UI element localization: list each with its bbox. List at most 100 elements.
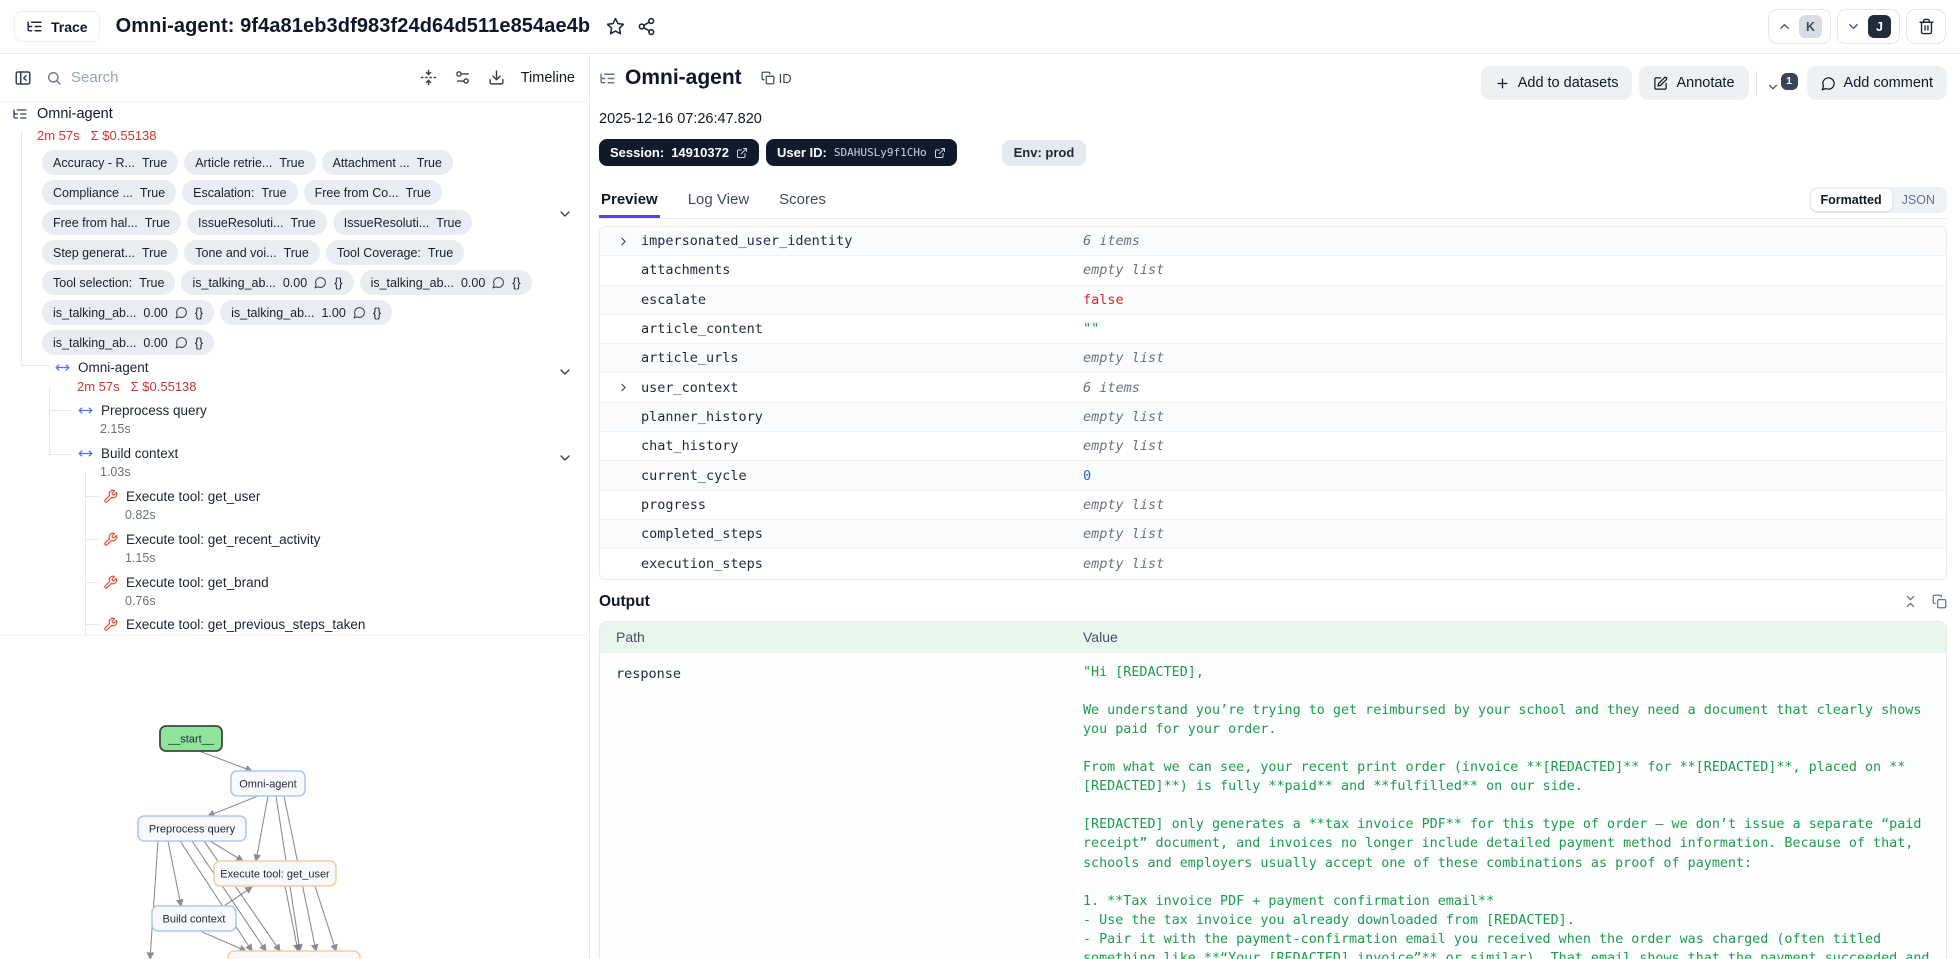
- wrench-icon: [103, 617, 118, 632]
- comment-bubble-icon: [492, 276, 505, 289]
- delete-trace-button[interactable]: [1906, 9, 1946, 44]
- id-label: ID: [778, 70, 792, 86]
- score-name: Compliance ...: [53, 185, 133, 200]
- span-icon: [55, 360, 70, 375]
- collapse-output-icon[interactable]: [1903, 594, 1918, 609]
- score-name: Step generat...: [53, 245, 136, 260]
- score-badge[interactable]: is_talking_ab... 0.00 {}: [42, 330, 215, 355]
- format-toggle: Formatted JSON: [1808, 187, 1947, 213]
- score-badge[interactable]: is_talking_ab... 1.00 {}: [220, 300, 393, 325]
- tab-log-view[interactable]: Log View: [686, 191, 751, 218]
- input-value: empty list: [1083, 350, 1165, 367]
- score-badge[interactable]: Compliance ... True: [42, 180, 177, 205]
- tree-item-execute-tool-get-recent-activity[interactable]: Execute tool: get_recent_activity: [103, 532, 320, 547]
- tab-scores[interactable]: Scores: [777, 191, 828, 218]
- bookmark-star-icon[interactable]: [606, 17, 625, 36]
- annotate-button[interactable]: Annotate: [1639, 66, 1749, 100]
- input-key: impersonated_user_identity: [641, 233, 853, 250]
- copy-id-button[interactable]: ID: [761, 71, 792, 86]
- next-trace-button[interactable]: J: [1837, 9, 1900, 44]
- list-tree-icon: [599, 70, 616, 87]
- graph-node-hidden[interactable]: [227, 950, 361, 959]
- download-icon[interactable]: [488, 69, 505, 86]
- score-badge[interactable]: Free from Co... True: [303, 180, 442, 205]
- collapse-chevron-icon[interactable]: [557, 206, 573, 222]
- comment-bubble-icon: [175, 336, 188, 349]
- toggle-formatted[interactable]: Formatted: [1810, 189, 1892, 211]
- score-badge[interactable]: Attachment ... True: [321, 150, 453, 175]
- score-badge[interactable]: is_talking_ab... 0.00 {}: [181, 270, 354, 295]
- add-comment-button[interactable]: Add comment: [1806, 66, 1947, 100]
- comment-bubble-icon: [175, 306, 188, 319]
- score-name: Free from Co...: [314, 185, 399, 200]
- tree-item-build-context[interactable]: Build context: [78, 446, 178, 461]
- prev-trace-button[interactable]: K: [1768, 9, 1831, 44]
- tree-item-preprocess-query[interactable]: Preprocess query: [78, 403, 207, 418]
- graph-edge: [206, 795, 259, 818]
- tree-item-omni-agent[interactable]: Omni-agent: [55, 360, 149, 375]
- tree-item-execute-tool-get-previous-steps-taken[interactable]: Execute tool: get_previous_steps_taken: [103, 617, 365, 632]
- score-badge[interactable]: IssueResoluti... True: [332, 210, 473, 235]
- graph-edge: [198, 750, 254, 773]
- expand-row-icon[interactable]: [617, 235, 630, 248]
- input-value: 0: [1083, 467, 1092, 484]
- copy-output-icon[interactable]: [1932, 594, 1947, 609]
- agent-graph[interactable]: __start__ Omni-agent Preprocess query Execu…: [0, 640, 590, 959]
- comment-bubble-icon: [1821, 76, 1836, 91]
- score-badge[interactable]: is_talking_ab... 0.00 {}: [42, 300, 215, 325]
- input-row-current_cycle: current_cycle 0: [600, 461, 1946, 491]
- add-to-datasets-label: Add to datasets: [1517, 75, 1619, 91]
- pen-square-icon: [1653, 76, 1668, 91]
- score-badge[interactable]: Article retrie... True: [184, 150, 316, 175]
- collapse-all-icon[interactable]: [420, 69, 437, 86]
- user-id-link[interactable]: User ID: SDAHUSLy9f1CHo: [766, 139, 957, 166]
- trace-title: Omni-agent: 9f4a81eb3df983f24d64d511e854…: [115, 15, 591, 37]
- tree-settings-icon[interactable]: [454, 69, 471, 86]
- span-name: Preprocess query: [101, 403, 207, 418]
- score-badge[interactable]: Free from hal... True: [42, 210, 181, 235]
- session-link[interactable]: Session: 14910372: [599, 139, 760, 166]
- collapse-panel-icon[interactable]: [14, 69, 32, 87]
- input-row-impersonated_user_identity[interactable]: impersonated_user_identity 6 items: [600, 227, 1946, 257]
- share-icon[interactable]: [637, 17, 656, 36]
- tree-root-omni-agent[interactable]: Omni-agent: [12, 106, 113, 122]
- tab-preview[interactable]: Preview: [599, 191, 660, 218]
- input-row-user_context[interactable]: user_context 6 items: [600, 373, 1946, 403]
- score-badge[interactable]: is_talking_ab... 0.00 {}: [359, 270, 532, 295]
- trace-type-chip[interactable]: Trace: [14, 11, 100, 42]
- trace-tree-sidebar: Search Timeline Omni-agent 2m 57s Σ $0.5…: [0, 54, 590, 959]
- search-input[interactable]: Search: [46, 69, 420, 86]
- top-bar: Trace Omni-agent: 9f4a81eb3df983f24d64d5…: [0, 0, 1960, 54]
- score-badge[interactable]: Tone and voi... True: [184, 240, 320, 265]
- input-value: empty list: [1083, 555, 1165, 572]
- score-badges: Accuracy - R... True Article retrie... True…: [42, 150, 554, 360]
- score-badge[interactable]: Tool Coverage: True: [325, 240, 465, 265]
- score-value: True: [139, 275, 165, 290]
- tree-connector: [49, 410, 71, 411]
- score-value: True: [405, 185, 431, 200]
- annotate-dropdown-button[interactable]: 1: [1764, 71, 1800, 96]
- score-badge[interactable]: Step generat... True: [42, 240, 179, 265]
- divider: [1755, 71, 1757, 95]
- score-value: True: [144, 215, 170, 230]
- score-badge[interactable]: Escalation: True: [182, 180, 298, 205]
- expand-row-icon[interactable]: [617, 381, 630, 394]
- score-value: True: [139, 185, 166, 200]
- input-value: empty list: [1083, 262, 1165, 279]
- timeline-toggle[interactable]: Timeline: [521, 70, 575, 86]
- input-row-planner_history: planner_history empty list: [600, 402, 1946, 433]
- collapse-chevron-icon[interactable]: [557, 364, 573, 380]
- input-value: empty list: [1083, 438, 1165, 455]
- external-link-icon: [736, 147, 748, 159]
- graph-node-label: __start__: [167, 734, 215, 746]
- add-to-datasets-button[interactable]: Add to datasets: [1480, 66, 1633, 100]
- score-badge[interactable]: Accuracy - R... True: [42, 150, 179, 175]
- plus-icon: [1495, 76, 1510, 91]
- score-value: True: [436, 215, 462, 230]
- score-badge[interactable]: Tool selection: True: [42, 270, 176, 295]
- tree-item-execute-tool-get-brand[interactable]: Execute tool: get_brand: [103, 575, 269, 590]
- tree-item-execute-tool-get-user[interactable]: Execute tool: get_user: [103, 489, 260, 504]
- collapse-chevron-icon[interactable]: [557, 450, 573, 466]
- score-badge[interactable]: IssueResoluti... True: [187, 210, 327, 235]
- toggle-json[interactable]: JSON: [1892, 189, 1945, 211]
